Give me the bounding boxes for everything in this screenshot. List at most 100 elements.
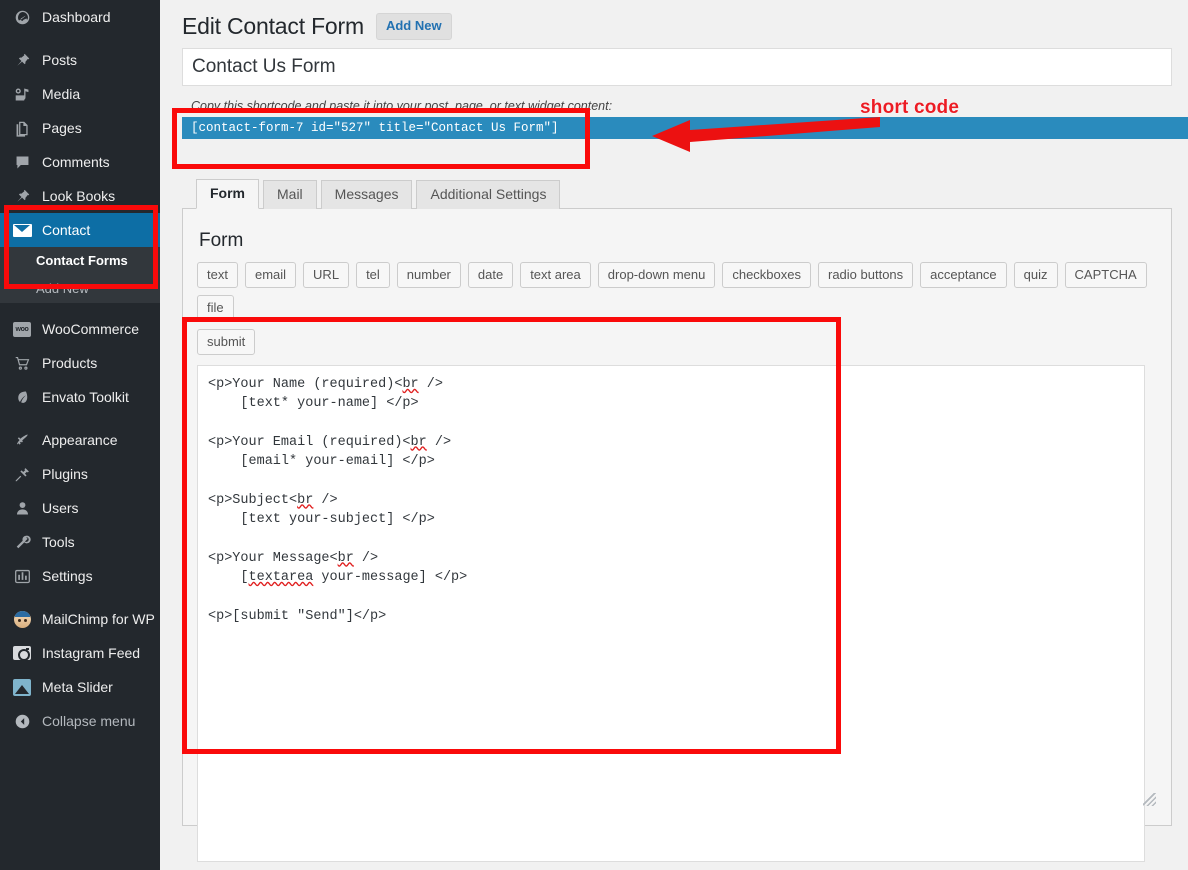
pages-icon: [11, 118, 33, 138]
sidebar-item-label: Pages: [42, 120, 82, 136]
cart-icon: [11, 353, 33, 373]
submenu-item-label: Add New: [36, 281, 89, 296]
sidebar-item-settings[interactable]: Settings: [0, 559, 160, 593]
sidebar-item-label: Collapse menu: [42, 713, 135, 729]
pin-icon: [11, 50, 33, 70]
sidebar-item-comments[interactable]: Comments: [0, 145, 160, 179]
sidebar-item-label: MailChimp for WP: [42, 611, 155, 627]
user-icon: [11, 498, 33, 518]
page-title: Edit Contact Form: [182, 13, 364, 40]
sidebar-item-label: Look Books: [42, 188, 115, 204]
tag-button-date[interactable]: date: [468, 262, 513, 288]
camera-icon: [11, 643, 33, 663]
sidebar-item-envato-toolkit[interactable]: Envato Toolkit: [0, 380, 160, 414]
page-header: Edit Contact Form Add New: [182, 0, 1172, 42]
sidebar-item-contact[interactable]: Contact: [0, 213, 160, 247]
tab-form[interactable]: Form: [196, 179, 259, 209]
form-panel: Form text email URL tel number date text…: [182, 209, 1172, 826]
annotation-arrow-icon: [612, 112, 882, 160]
sidebar-divider: [0, 34, 160, 43]
sidebar-divider: [0, 414, 160, 423]
sidebar-item-label: Posts: [42, 52, 77, 68]
tab-bar: Form Mail Messages Additional Settings: [182, 180, 1172, 209]
tag-button-url[interactable]: URL: [303, 262, 349, 288]
tag-button-captcha[interactable]: CAPTCHA: [1065, 262, 1147, 288]
leaf-icon: [11, 387, 33, 407]
submenu-item-contact-forms[interactable]: Contact Forms: [0, 247, 160, 275]
sidebar-divider: [0, 593, 160, 602]
mail-icon: [11, 220, 33, 240]
tab-messages[interactable]: Messages: [321, 180, 413, 209]
metaslider-icon: [11, 677, 33, 697]
sidebar-item-posts[interactable]: Posts: [0, 43, 160, 77]
sidebar-item-instagram-feed[interactable]: Instagram Feed: [0, 636, 160, 670]
tag-button-text-area[interactable]: text area: [520, 262, 591, 288]
sidebar-item-label: Instagram Feed: [42, 645, 140, 661]
annotation-label-short-code: short code: [860, 97, 959, 119]
pin-icon: [11, 186, 33, 206]
tag-button-submit[interactable]: submit: [197, 329, 255, 355]
tag-button-number[interactable]: number: [397, 262, 461, 288]
sidebar-item-label: Plugins: [42, 466, 88, 482]
tag-button-acceptance[interactable]: acceptance: [920, 262, 1007, 288]
tag-button-tel[interactable]: tel: [356, 262, 390, 288]
tag-button-checkboxes[interactable]: checkboxes: [722, 262, 811, 288]
panel-heading: Form: [199, 230, 1157, 252]
sidebar-item-label: Comments: [42, 154, 110, 170]
media-icon: [11, 84, 33, 104]
add-new-button[interactable]: Add New: [376, 13, 452, 40]
sidebar-item-label: Dashboard: [42, 9, 111, 25]
shortcode-value[interactable]: [contact-form-7 id="527" title="Contact …: [182, 117, 559, 139]
sidebar-item-products[interactable]: Products: [0, 346, 160, 380]
sidebar-item-woocommerce[interactable]: woo WooCommerce: [0, 312, 160, 346]
tag-button-radio-buttons[interactable]: radio buttons: [818, 262, 913, 288]
tag-button-quiz[interactable]: quiz: [1014, 262, 1058, 288]
sidebar-item-label: Media: [42, 86, 80, 102]
admin-sidebar: Dashboard Posts Media Pages Commen: [0, 0, 160, 870]
brush-icon: [11, 430, 33, 450]
sidebar-item-plugins[interactable]: Plugins: [0, 457, 160, 491]
woo-icon: woo: [11, 319, 33, 339]
tag-button-file[interactable]: file: [197, 295, 234, 321]
collapse-icon: [11, 711, 33, 731]
wordpress-admin-screen: Dashboard Posts Media Pages Commen: [0, 0, 1188, 870]
sidebar-item-tools[interactable]: Tools: [0, 525, 160, 559]
resize-handle[interactable]: [1143, 793, 1156, 806]
sidebar-item-label: Tools: [42, 534, 75, 550]
sliders-icon: [11, 566, 33, 586]
tag-button-row: text email URL tel number date text area…: [197, 262, 1157, 321]
sidebar-item-media[interactable]: Media: [0, 77, 160, 111]
wrench-icon: [11, 532, 33, 552]
sidebar-item-label: Contact: [42, 222, 90, 238]
sidebar-item-label: Meta Slider: [42, 679, 113, 695]
sidebar-item-users[interactable]: Users: [0, 491, 160, 525]
sidebar-item-label: Settings: [42, 568, 93, 584]
tag-button-email[interactable]: email: [245, 262, 296, 288]
tag-button-drop-down-menu[interactable]: drop-down menu: [598, 262, 716, 288]
submenu-item-add-new[interactable]: Add New: [0, 275, 160, 303]
sidebar-item-dashboard[interactable]: Dashboard: [0, 0, 160, 34]
sidebar-item-pages[interactable]: Pages: [0, 111, 160, 145]
tag-button-text[interactable]: text: [197, 262, 238, 288]
sidebar-item-meta-slider[interactable]: Meta Slider: [0, 670, 160, 704]
form-title-input[interactable]: [182, 48, 1172, 86]
sidebar-item-appearance[interactable]: Appearance: [0, 423, 160, 457]
dashboard-icon: [11, 7, 33, 27]
sidebar-item-mailchimp-for-wp[interactable]: MailChimp for WP: [0, 602, 160, 636]
sidebar-item-label: WooCommerce: [42, 321, 139, 337]
tab-mail[interactable]: Mail: [263, 180, 317, 209]
sidebar-item-look-books[interactable]: Look Books: [0, 179, 160, 213]
sidebar-item-label: Users: [42, 500, 79, 516]
sidebar-item-label: Products: [42, 355, 97, 371]
submenu-item-label: Contact Forms: [36, 253, 128, 268]
form-code-editor[interactable]: <p>Your Name (required)<br /> [text* you…: [197, 365, 1145, 862]
comment-icon: [11, 152, 33, 172]
sidebar-item-label: Envato Toolkit: [42, 389, 129, 405]
submit-button-row: submit: [197, 329, 1157, 355]
tab-additional-settings[interactable]: Additional Settings: [416, 180, 560, 209]
sidebar-divider: [0, 303, 160, 312]
collapse-menu-button[interactable]: Collapse menu: [0, 704, 160, 738]
plug-icon: [11, 464, 33, 484]
mailchimp-icon: [11, 609, 33, 629]
contact-submenu: Contact Forms Add New: [0, 247, 160, 303]
